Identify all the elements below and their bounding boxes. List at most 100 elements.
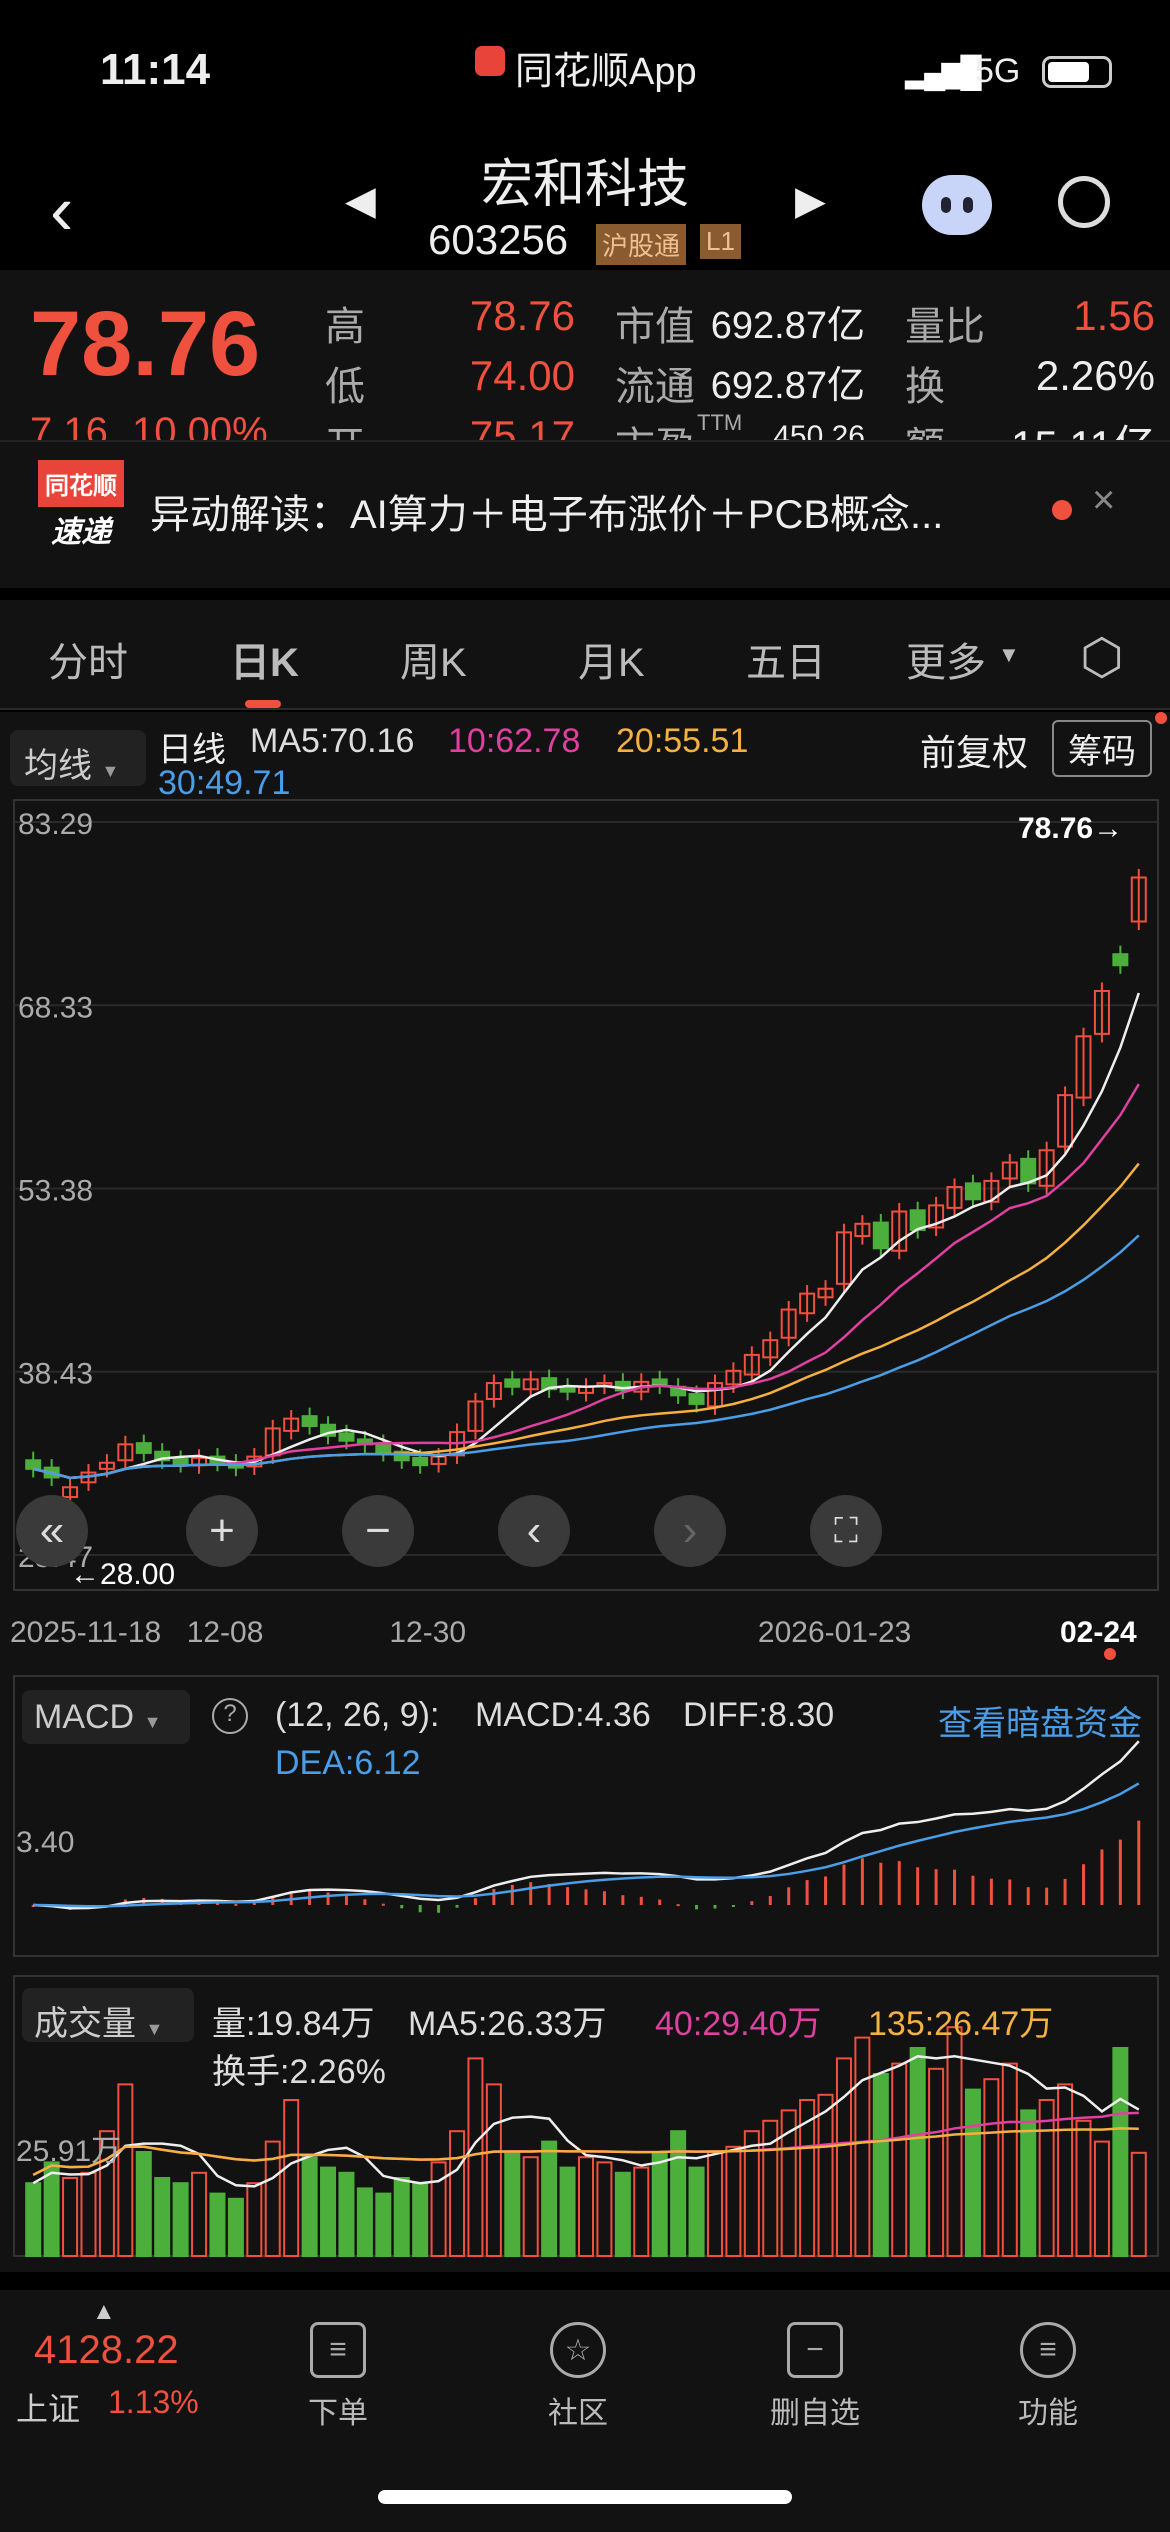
macd-bar <box>971 1875 975 1905</box>
max-price-label: 78.76→ <box>1018 812 1123 845</box>
dea-value: DEA:6.12 <box>275 1744 421 1782</box>
x-tick-label: 12-08 <box>187 1616 264 1649</box>
macd-bar <box>842 1864 846 1905</box>
nav-community[interactable]: ☆ 社区 <box>503 2290 653 2432</box>
volume-bar <box>670 2130 687 2257</box>
volume-bar <box>541 2140 558 2258</box>
volume-bar <box>430 2161 447 2257</box>
volume-bar <box>688 2166 705 2258</box>
volume-bar <box>1093 2140 1110 2258</box>
dropdown-icon: ▼ <box>145 2019 164 2039</box>
volume-bar <box>633 2166 650 2258</box>
macd-bar <box>418 1905 422 1913</box>
volume-bar <box>964 2088 981 2258</box>
volume-bar <box>135 2151 152 2257</box>
volume-bar <box>946 2026 963 2257</box>
volume-bar <box>872 2073 889 2257</box>
volume-bar <box>577 2156 595 2257</box>
macd-bar <box>234 1903 238 1906</box>
bottom-nav: ▲ 4128.22 上证 1.13% ≡ 下单 ☆ 社区 − 删自选 ≡ 功能 <box>0 2290 1170 2532</box>
chart-frame <box>13 799 1159 1591</box>
macd-bar <box>1045 1887 1049 1905</box>
macd-bar <box>1026 1887 1030 1905</box>
volume-bar <box>62 2177 79 2257</box>
nav-remove-watchlist[interactable]: − 删自选 <box>740 2290 890 2432</box>
macd-bar <box>805 1880 809 1905</box>
macd-bar <box>1008 1879 1012 1905</box>
y-tick-label: 53.38 <box>18 1175 93 1208</box>
macd-bar <box>695 1905 699 1910</box>
zoom-in-icon[interactable]: + <box>186 1495 258 1567</box>
current-date-dot <box>1104 1648 1116 1660</box>
ma30-line <box>32 1234 1140 1480</box>
macd-bar <box>768 1895 772 1905</box>
dropdown-icon: ▼ <box>143 1712 162 1732</box>
zoom-out-icon[interactable]: − <box>342 1495 414 1567</box>
min-price-label: ←28.00 <box>70 1558 175 1591</box>
volume-select-label: 成交量 <box>34 2005 136 2043</box>
macd-bar <box>621 1895 625 1905</box>
volume-bar <box>412 2182 429 2257</box>
volume-bar <box>725 2145 742 2258</box>
home-indicator <box>378 2490 792 2504</box>
volume-bar <box>522 2156 539 2257</box>
volume-bar <box>1038 2099 1055 2257</box>
y-tick-label: 38.43 <box>18 1358 93 1391</box>
help-icon[interactable]: ? <box>212 1698 248 1734</box>
move-left-icon[interactable]: ‹ <box>498 1495 570 1567</box>
volume-bar <box>651 2151 668 2257</box>
macd-bar <box>1082 1864 1086 1905</box>
candle-body <box>1112 953 1129 967</box>
volume-select[interactable]: 成交量 ▼ <box>22 1988 194 2043</box>
volume-bar <box>817 2093 834 2258</box>
macd-bar <box>824 1876 828 1905</box>
x-tick-label: 02-24 <box>1060 1616 1137 1649</box>
x-tick-label: 12-30 <box>389 1616 466 1649</box>
candle-body <box>688 1393 705 1405</box>
macd-bar <box>879 1862 883 1905</box>
macd-bar <box>584 1889 588 1905</box>
order-icon: ≡ <box>310 2322 366 2378</box>
volume-bar <box>172 2182 189 2257</box>
volume-bar <box>467 2057 484 2257</box>
volume-bar <box>504 2151 521 2257</box>
macd-bar <box>566 1887 570 1905</box>
index-value[interactable]: 4128.22 <box>34 2328 179 2373</box>
volume-bar <box>1057 2083 1074 2257</box>
scroll-left-icon[interactable]: « <box>16 1495 88 1567</box>
macd-bar <box>400 1905 404 1909</box>
dark-pool-link[interactable]: 查看暗盘资金 <box>938 1696 1142 1745</box>
fullscreen-icon[interactable]: ⛶ <box>810 1495 882 1567</box>
macd-bar <box>897 1861 901 1905</box>
nav-order[interactable]: ≡ 下单 <box>263 2290 413 2432</box>
macd-bar <box>953 1869 957 1905</box>
macd-bar <box>455 1905 459 1908</box>
macd-bar <box>473 1898 477 1905</box>
macd-select[interactable]: MACD ▼ <box>22 1690 190 1744</box>
x-tick-label: 2026-01-23 <box>758 1616 911 1649</box>
volume-bar <box>1112 2047 1129 2257</box>
macd-bar <box>658 1899 662 1905</box>
macd-bar <box>787 1887 791 1905</box>
volume-bar <box>909 2047 926 2257</box>
macd-bar <box>1063 1878 1067 1905</box>
nav-functions[interactable]: ≡ 功能 <box>973 2290 1123 2432</box>
volume-bar <box>983 2078 1000 2257</box>
y-tick-label: 68.33 <box>18 991 93 1024</box>
kline-chart[interactable]: 83.2968.3353.3838.4323.472025-11-1812-08… <box>0 0 1170 2290</box>
nav-label: 社区 <box>548 2397 608 2430</box>
volume-bar <box>227 2197 244 2258</box>
macd-bar <box>989 1878 993 1905</box>
volume-bar <box>25 2182 42 2257</box>
nav-label: 下单 <box>308 2397 368 2430</box>
volume-axis-tick: 25.91万 <box>16 2135 122 2168</box>
volume-bar <box>375 2192 392 2258</box>
volume-bar <box>1130 2151 1147 2258</box>
move-right-icon[interactable]: › <box>654 1495 726 1567</box>
volume-bar <box>1075 2119 1092 2258</box>
turnover-rate: 换手:2.26% <box>212 2053 386 2091</box>
remove-watchlist-icon: − <box>787 2322 843 2378</box>
volume-bar <box>485 2083 502 2257</box>
macd-bar <box>437 1905 441 1913</box>
index-name: 上证 <box>16 2391 81 2427</box>
